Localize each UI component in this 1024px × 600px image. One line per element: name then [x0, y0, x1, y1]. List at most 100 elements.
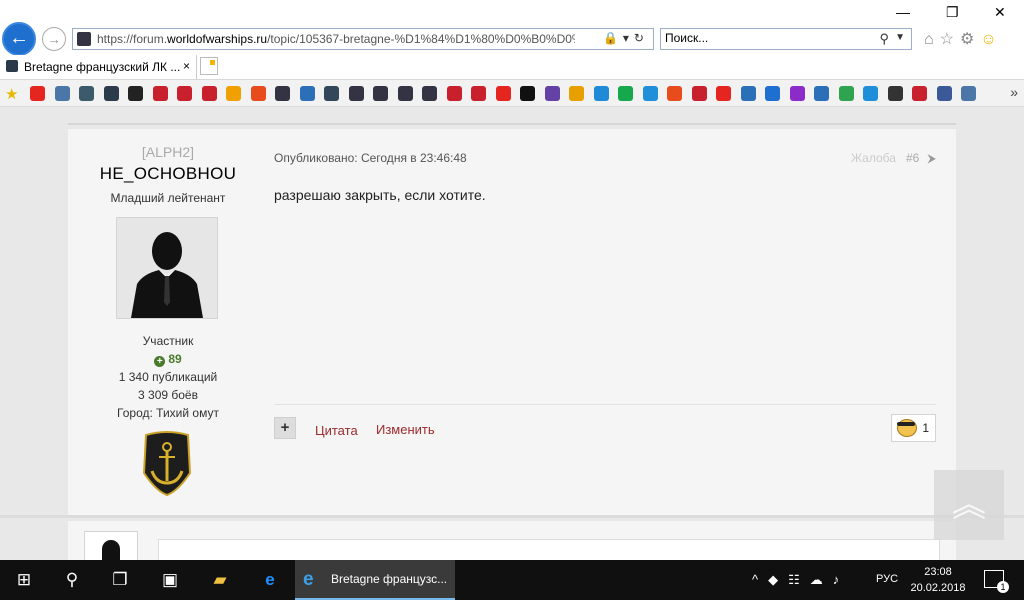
username[interactable]: HE_OCHOBHOU: [68, 164, 268, 184]
system-tray-icons[interactable]: ^◆☷☁♪: [752, 572, 849, 588]
search-dropdown-icon[interactable]: ▼: [895, 32, 905, 43]
home-icon[interactable]: ⌂: [924, 31, 940, 48]
tab-active[interactable]: Bretagne французский ЛК ... ×: [0, 55, 197, 79]
clan-tag[interactable]: [ALPH2]: [68, 144, 268, 160]
favorite-site-icon[interactable]: [299, 86, 315, 101]
post-date: Опубликовано: Сегодня в 23:46:48: [274, 151, 467, 165]
search-input[interactable]: [665, 31, 865, 45]
smiley-feedback-icon[interactable]: ☺: [980, 31, 1002, 48]
back-button[interactable]: ←: [2, 22, 36, 56]
clock[interactable]: 23:08 20.02.2018: [908, 564, 968, 596]
file-explorer-icon[interactable]: ▰: [196, 560, 244, 600]
favorite-site-icon[interactable]: [324, 86, 339, 101]
favorite-site-icon[interactable]: [912, 86, 927, 101]
favorite-site-icon[interactable]: [373, 86, 388, 101]
favorite-site-icon[interactable]: [250, 86, 266, 101]
favorite-site-icon[interactable]: [201, 86, 217, 101]
favorite-site-icon[interactable]: [740, 86, 756, 101]
url-text[interactable]: https://forum.worldofwarships.ru/topic/1…: [97, 32, 575, 46]
taskbar-app-title: Bretagne французс...: [331, 572, 448, 586]
reaction-button[interactable]: 1: [891, 414, 936, 442]
reputation-plus-icon: +: [154, 356, 166, 367]
tab-title: Bretagne французский ЛК ...: [24, 60, 181, 74]
report-link[interactable]: Жалоба: [851, 151, 896, 165]
scroll-to-top-button[interactable]: ︽: [934, 470, 1004, 540]
taskbar-ie-window[interactable]: e Bretagne французс...: [295, 560, 455, 600]
reputation-value: 89: [168, 352, 182, 366]
favorites-more-icon[interactable]: »: [1010, 84, 1018, 100]
favorite-site-icon[interactable]: [422, 86, 437, 101]
favorite-site-icon[interactable]: [446, 86, 462, 101]
favorite-site-icon[interactable]: [961, 86, 976, 101]
next-post: [68, 521, 956, 560]
reputation: +89: [68, 352, 268, 367]
favorite-site-icon[interactable]: [79, 86, 94, 101]
favorite-site-icon[interactable]: [569, 86, 584, 101]
toolbar-icons[interactable]: ⌂☆⚙☺: [924, 29, 1024, 49]
favorite-site-icon[interactable]: [544, 86, 560, 101]
favorite-site-icon[interactable]: [642, 86, 658, 101]
share-icon[interactable]: ⮞: [927, 151, 936, 165]
settings-gear-icon[interactable]: ⚙: [960, 31, 980, 48]
avatar[interactable]: [116, 217, 218, 319]
favorite-site-icon[interactable]: [887, 86, 903, 101]
battles-count: 3 309 боёв: [138, 388, 198, 402]
favorite-site-icon[interactable]: [593, 86, 609, 101]
favorite-site-icon[interactable]: [667, 86, 682, 101]
favorite-site-icon[interactable]: [789, 86, 805, 101]
edit-button[interactable]: Изменить: [376, 422, 435, 437]
favorite-site-icon[interactable]: [226, 86, 241, 101]
favorite-site-icon[interactable]: [495, 86, 511, 101]
favorite-site-icon[interactable]: [936, 86, 952, 101]
post-number-link[interactable]: #6: [906, 151, 919, 165]
notification-count: 1: [997, 581, 1009, 593]
computer-icon[interactable]: ▣: [146, 560, 194, 600]
favorite-site-icon[interactable]: [814, 86, 829, 101]
search-icon[interactable]: ⚲: [48, 560, 96, 600]
site-favicon-icon: [77, 32, 91, 46]
start-windows-icon[interactable]: ⊞: [0, 560, 48, 600]
language-indicator[interactable]: РУС: [876, 573, 898, 585]
windows-taskbar: ⊞ ⚲ ❐ ▣ ▰ e e Bretagne французс... ^◆☷☁♪…: [0, 560, 1024, 600]
favorite-site-icon[interactable]: [275, 86, 290, 101]
close-window-button[interactable]: ✕: [994, 4, 1006, 21]
silhouette-icon: [117, 218, 217, 318]
reaction-count: 1: [922, 421, 929, 435]
quote-button[interactable]: Цитата: [315, 423, 358, 438]
search-icon[interactable]: ⚲: [879, 31, 889, 47]
edge-icon[interactable]: e: [246, 560, 294, 600]
notification-center-icon[interactable]: 1: [984, 570, 1009, 593]
search-box[interactable]: ⚲ ▼: [660, 28, 912, 50]
favorite-site-icon[interactable]: [177, 86, 192, 101]
favorite-site-icon[interactable]: [397, 86, 413, 101]
minimize-button[interactable]: —: [896, 4, 910, 20]
favorite-site-icon[interactable]: [471, 86, 486, 101]
new-tab-button[interactable]: [200, 57, 218, 75]
favorite-site-icon[interactable]: [103, 86, 119, 101]
maximize-button[interactable]: ❐: [946, 4, 959, 21]
favorite-site-icon[interactable]: [838, 86, 854, 101]
favorite-site-icon[interactable]: [348, 86, 364, 101]
task-view-icon[interactable]: ❐: [96, 560, 144, 600]
forward-button[interactable]: →: [42, 27, 66, 51]
next-post-avatar[interactable]: [84, 531, 138, 560]
forum-post: [ALPH2] HE_OCHOBHOU Младший лейтенант Уч…: [68, 129, 956, 515]
favorites-star-icon[interactable]: ★: [5, 85, 18, 103]
address-bar[interactable]: https://forum.worldofwarships.ru/topic/1…: [72, 28, 654, 50]
favorite-site-icon[interactable]: [691, 86, 707, 101]
favorite-site-icon[interactable]: [30, 86, 45, 101]
user-rank: Младший лейтенант: [110, 191, 226, 205]
post-separator: [0, 515, 1024, 518]
favorite-site-icon[interactable]: [618, 86, 633, 101]
lock-dropdown-refresh-icon[interactable]: 🔒▾↻: [603, 31, 649, 45]
multiquote-plus-button[interactable]: +: [274, 417, 296, 439]
favorite-site-icon[interactable]: [716, 86, 731, 101]
favorite-site-icon[interactable]: [863, 86, 878, 101]
favorite-site-icon[interactable]: [520, 86, 535, 101]
favorite-site-icon[interactable]: [54, 86, 70, 101]
favorite-site-icon[interactable]: [152, 86, 168, 101]
favorites-star-icon[interactable]: ☆: [940, 31, 960, 48]
favorite-site-icon[interactable]: [128, 86, 143, 101]
favorite-site-icon[interactable]: [765, 86, 780, 101]
tab-close-icon[interactable]: ×: [183, 59, 190, 73]
